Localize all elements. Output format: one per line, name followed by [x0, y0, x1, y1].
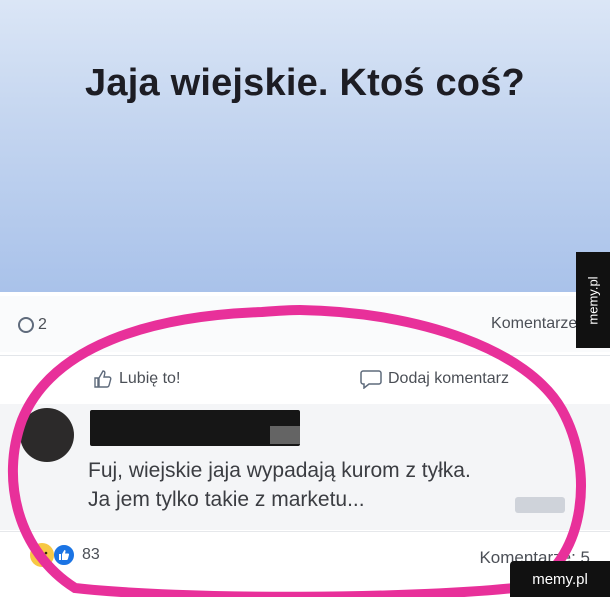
avatar[interactable]	[20, 408, 74, 462]
comment-text: Fuj, wiejskie jaja wypadają kurom z tyłk…	[88, 456, 568, 514]
comment-line-2: Ja jem tylko takie z marketu...	[88, 488, 365, 511]
watermark-corner: memy.pl	[510, 561, 610, 597]
footer-reaction-count: 83	[82, 546, 100, 563]
add-comment-button[interactable]: Dodaj komentarz	[360, 369, 509, 389]
post-title: Jaja wiejskie. Ktoś coś?	[85, 62, 525, 104]
blurred-timestamp	[515, 497, 565, 513]
watermark-side-text: memy.pl	[585, 275, 601, 325]
post-reaction-count[interactable]: 2	[18, 316, 47, 334]
comment-line-1: Fuj, wiejskie jaja wypadają kurom z tyłk…	[88, 459, 471, 482]
watermark-side: memy.pl	[576, 252, 610, 348]
action-row	[0, 355, 610, 403]
redacted-author-name	[90, 410, 300, 446]
footer-reactions[interactable]: 83	[30, 543, 100, 567]
haha-reaction-icon	[30, 543, 54, 567]
post-banner	[0, 0, 610, 292]
speech-bubble-icon	[360, 370, 382, 389]
smile-icon	[18, 317, 34, 333]
reaction-count-value: 2	[38, 316, 47, 333]
redaction-residue	[270, 426, 300, 444]
add-comment-label: Dodaj komentarz	[388, 370, 509, 387]
thumbs-up-icon	[94, 370, 112, 388]
like-button[interactable]: Lubię to!	[93, 369, 180, 389]
like-reaction-icon	[52, 543, 76, 567]
like-button-label: Lubię to!	[119, 370, 181, 387]
